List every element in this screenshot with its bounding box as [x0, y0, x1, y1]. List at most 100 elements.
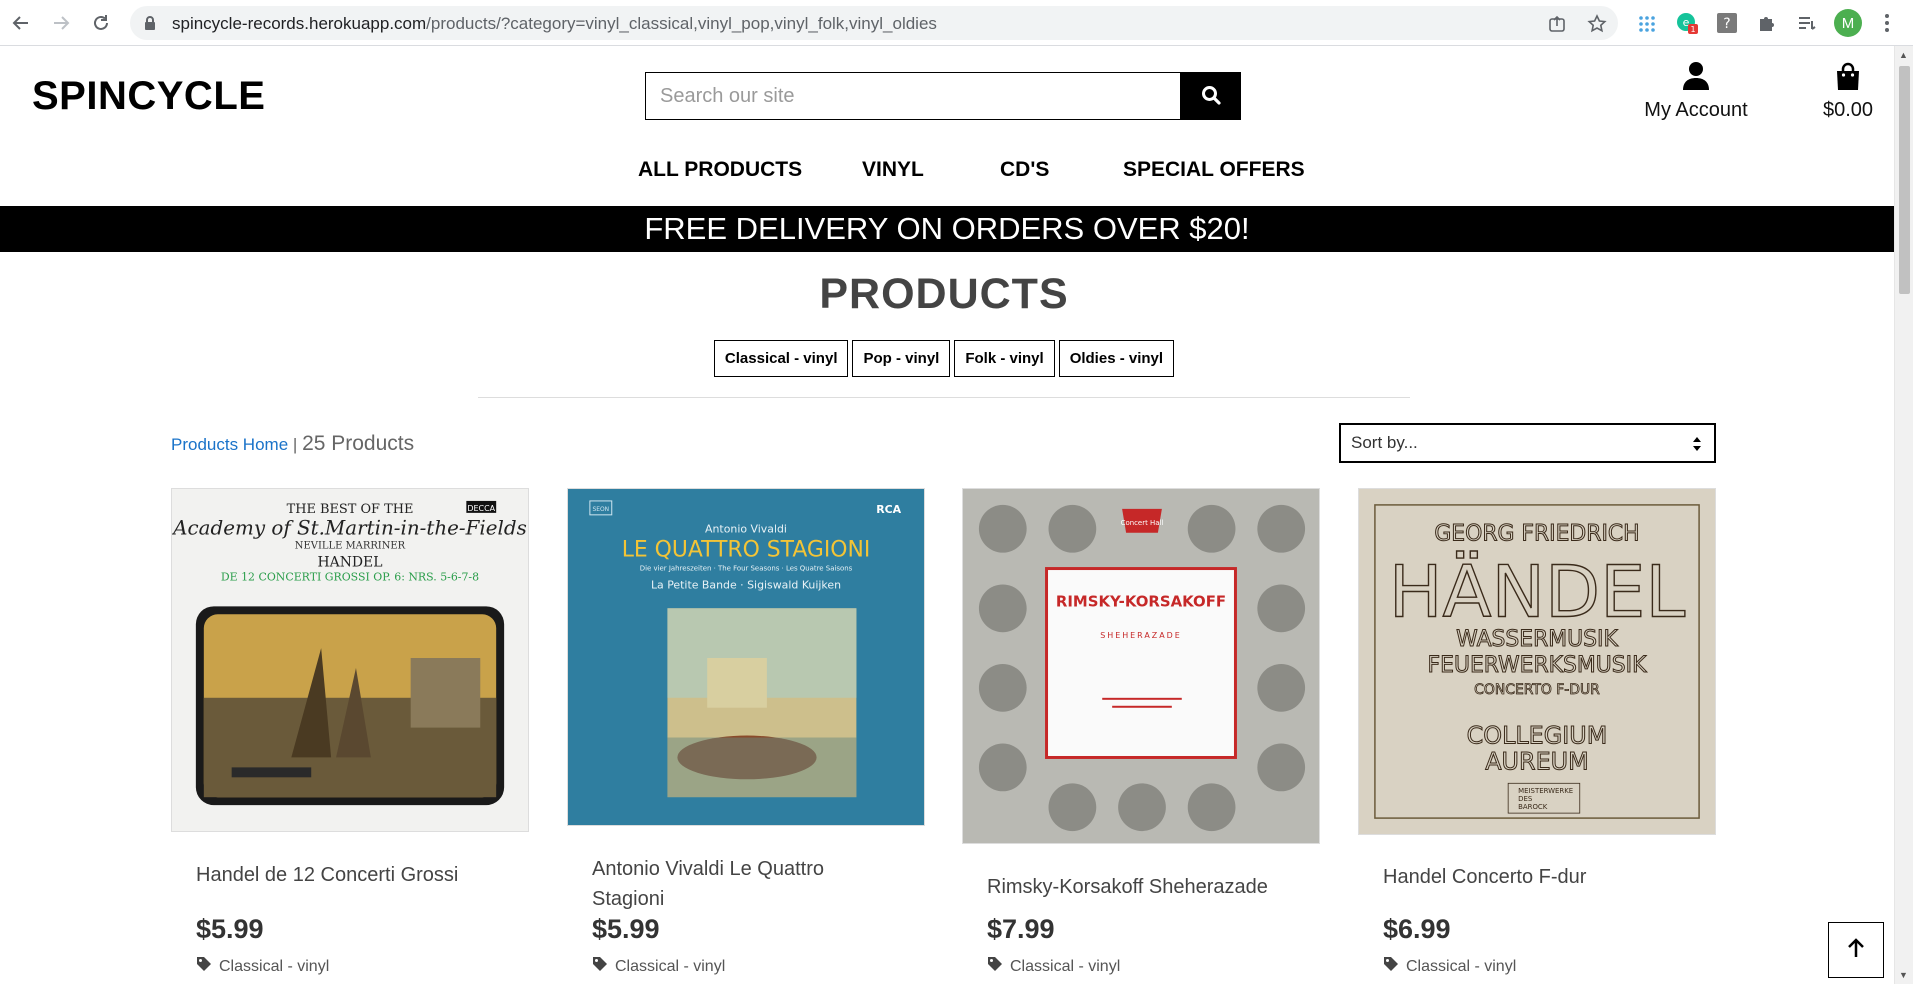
svg-text:Concert Hall: Concert Hall: [1121, 519, 1164, 527]
tag-icon: [196, 956, 212, 977]
svg-text:?: ?: [1723, 16, 1730, 32]
svg-text:Academy of St.Martin-in-the-Fi: Academy of St.Martin-in-the-Fields: [172, 517, 527, 540]
page-scrollbar[interactable]: ▲ ▼: [1894, 46, 1913, 984]
tag-icon: [1383, 956, 1399, 977]
product-price: $5.99: [592, 914, 660, 944]
user-icon: [1683, 62, 1709, 94]
product-image-rimsky-korsakoff-sheherazade[interactable]: Concert Hall RIMSKY-KORSAKOFF SHEHERAZAD…: [962, 488, 1320, 844]
reload-icon[interactable]: [88, 10, 114, 36]
svg-text:LE QUATTRO STAGIONI: LE QUATTRO STAGIONI: [622, 538, 871, 563]
nav-special-offers[interactable]: SPECIAL OFFERS: [1123, 158, 1305, 182]
product-name[interactable]: Handel de 12 Concerti Grossi: [196, 860, 496, 890]
svg-text:FEUERWERKSMUSIK: FEUERWERKSMUSIK: [1428, 653, 1648, 678]
scroll-down-icon[interactable]: ▼: [1899, 970, 1908, 980]
puzzle-extensions-icon[interactable]: [1754, 10, 1780, 36]
product-name[interactable]: Antonio Vivaldi Le Quattro Stagioni: [592, 854, 892, 914]
svg-text:HANDEL: HANDEL: [318, 555, 383, 571]
forward-arrow-icon[interactable]: [48, 10, 74, 36]
bag-total: $0.00: [1822, 99, 1874, 121]
svg-text:COLLEGIUM: COLLEGIUM: [1467, 722, 1608, 750]
svg-text:Die vier Jahreszeiten · The Fo: Die vier Jahreszeiten · The Four Seasons…: [640, 565, 853, 573]
star-icon[interactable]: [1586, 13, 1608, 35]
apps-grid-icon[interactable]: [1634, 10, 1660, 36]
main-navigation: ALL PRODUCTS VINYL CD'S SPECIAL OFFERS: [0, 158, 1894, 194]
product-name[interactable]: Handel Concerto F-dur: [1383, 862, 1683, 892]
tag-icon: [592, 956, 608, 977]
svg-text:Antonio Vivaldi: Antonio Vivaldi: [705, 523, 787, 536]
breadcrumb-separator: |: [292, 435, 298, 454]
nav-all-products[interactable]: ALL PRODUCTS: [638, 158, 802, 182]
svg-text:BAROCK: BAROCK: [1518, 803, 1548, 811]
browser-toolbar: spincycle-records.herokuapp.com/products…: [0, 0, 1913, 46]
lock-icon: [144, 15, 156, 36]
category-filters: Classical - vinyl Pop - vinyl Folk - vin…: [0, 340, 1888, 377]
my-account-link[interactable]: My Account: [1640, 62, 1752, 122]
svg-text:DES: DES: [1518, 795, 1533, 803]
svg-text:DECCA: DECCA: [467, 504, 495, 513]
svg-text:CONCERTO F-DUR: CONCERTO F-DUR: [1474, 682, 1600, 698]
scroll-up-icon[interactable]: ▲: [1899, 50, 1908, 60]
sort-select[interactable]: Sort by...: [1339, 423, 1716, 463]
address-bar[interactable]: spincycle-records.herokuapp.com/products…: [130, 6, 1618, 40]
nav-cds[interactable]: CD'S: [1000, 158, 1049, 182]
shopping-bag-icon: [1835, 62, 1861, 94]
delivery-banner: FREE DELIVERY ON ORDERS OVER $20!: [0, 206, 1894, 252]
arrow-up-icon: [1845, 937, 1867, 964]
svg-text:MEISTERWERKE: MEISTERWERKE: [1518, 787, 1573, 795]
grammarly-extension-icon[interactable]: e1: [1674, 10, 1700, 36]
product-image-handel-concerti-grossi[interactable]: DECCA THE BEST OF THE Academy of St.Mart…: [171, 488, 529, 832]
category-badge-pop[interactable]: Pop - vinyl: [852, 340, 951, 377]
product-image-vivaldi-quattro-stagioni[interactable]: SEON RCA Antonio Vivaldi LE QUATTRO STAG…: [567, 488, 925, 826]
product-price: $7.99: [987, 914, 1055, 944]
product-category-label: Classical - vinyl: [219, 957, 330, 975]
svg-text:WASSERMUSIK: WASSERMUSIK: [1456, 627, 1618, 652]
svg-text:RIMSKY-KORSAKOFF: RIMSKY-KORSAKOFF: [1056, 592, 1226, 610]
product-category-label: Classical - vinyl: [1010, 957, 1121, 975]
nav-vinyl[interactable]: VINYL: [862, 158, 924, 182]
svg-text:SEON: SEON: [592, 506, 609, 513]
share-icon[interactable]: [1546, 13, 1568, 35]
product-category-label: Classical - vinyl: [615, 957, 726, 975]
tag-icon: [987, 956, 1003, 977]
product-name[interactable]: Rimsky-Korsakoff Sheherazade: [987, 872, 1287, 902]
back-to-top-button[interactable]: [1828, 922, 1884, 978]
account-label: My Account: [1644, 99, 1748, 121]
breadcrumb: Products Home | 25 Products: [171, 432, 414, 456]
section-divider: [478, 397, 1410, 398]
help-extension-icon[interactable]: ?: [1714, 10, 1740, 36]
product-category[interactable]: Classical - vinyl: [1383, 956, 1516, 977]
shopping-bag-link[interactable]: $0.00: [1800, 62, 1896, 122]
category-badge-oldies[interactable]: Oldies - vinyl: [1058, 340, 1175, 377]
svg-text:NEVILLE MARRINER: NEVILLE MARRINER: [295, 541, 406, 552]
category-badge-classical[interactable]: Classical - vinyl: [713, 340, 849, 377]
category-badge-folk[interactable]: Folk - vinyl: [954, 340, 1055, 377]
product-price: $5.99: [196, 914, 264, 944]
product-category-label: Classical - vinyl: [1406, 957, 1517, 975]
search-input[interactable]: [645, 72, 1180, 120]
svg-text:HÄNDEL: HÄNDEL: [1389, 550, 1686, 633]
product-category[interactable]: Classical - vinyl: [592, 956, 725, 977]
url-text: spincycle-records.herokuapp.com/products…: [172, 14, 937, 33]
scroll-thumb[interactable]: [1899, 66, 1910, 294]
products-home-link[interactable]: Products Home: [171, 435, 288, 454]
search-icon: [1201, 85, 1221, 108]
reading-list-icon[interactable]: [1794, 10, 1820, 36]
back-arrow-icon[interactable]: [8, 10, 34, 36]
product-category[interactable]: Classical - vinyl: [196, 956, 329, 977]
svg-text:AUREUM: AUREUM: [1485, 747, 1589, 775]
svg-text:1: 1: [1690, 25, 1695, 34]
svg-text:GEORG FRIEDRICH: GEORG FRIEDRICH: [1434, 522, 1639, 547]
select-arrows-icon: [1692, 436, 1702, 452]
product-image-handel-concerto-f-dur[interactable]: GEORG FRIEDRICH HÄNDEL WASSERMUSIK FEUER…: [1358, 488, 1716, 835]
page-title: PRODUCTS: [819, 270, 1069, 318]
svg-text:DE 12 CONCERTI GROSSI OP. 6: N: DE 12 CONCERTI GROSSI OP. 6: NRS. 5-6-7-…: [221, 570, 479, 583]
profile-avatar[interactable]: M: [1834, 9, 1862, 37]
svg-text:RCA: RCA: [876, 503, 901, 516]
svg-text:SHEHERAZADE: SHEHERAZADE: [1100, 631, 1182, 640]
browser-menu-icon[interactable]: [1880, 10, 1894, 36]
product-category[interactable]: Classical - vinyl: [987, 956, 1120, 977]
site-search: [645, 72, 1241, 120]
search-button[interactable]: [1180, 72, 1241, 120]
site-logo[interactable]: SPINCYCLE: [32, 74, 265, 119]
sort-select-value: Sort by...: [1351, 433, 1418, 452]
